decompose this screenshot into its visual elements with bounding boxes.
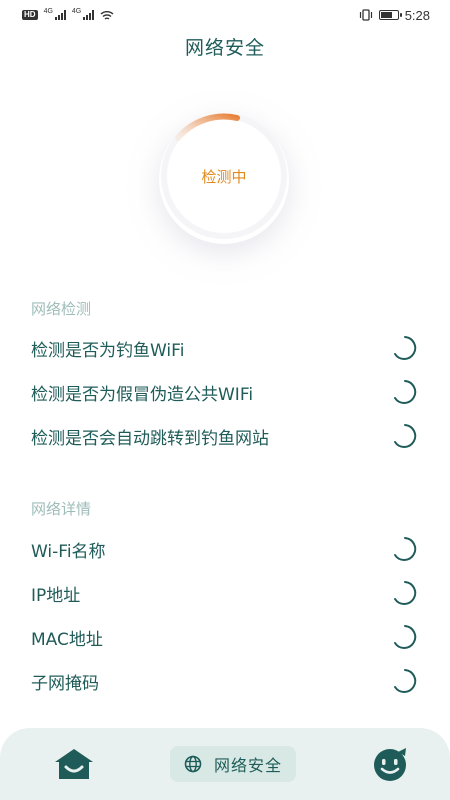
page-title: 网络安全	[184, 37, 265, 59]
battery-icon	[378, 10, 402, 20]
section-title-network-details: 网络详情	[31, 500, 92, 518]
home-icon	[55, 749, 93, 779]
check-label: 检测是否为钓鱼WiFi	[31, 340, 185, 361]
scan-progress-ring: 检测中	[144, 108, 304, 248]
status-bar-right: 5:28	[359, 8, 430, 23]
detail-label: MAC地址	[31, 629, 103, 650]
smiley-face-icon	[373, 748, 406, 781]
check-label: 检测是否会自动跳转到钓鱼网站	[31, 428, 269, 449]
scan-status-label: 检测中	[201, 168, 247, 186]
network-gen-1: 4G	[43, 7, 53, 15]
loading-spinner-icon	[394, 537, 417, 561]
loading-spinner-icon	[394, 581, 417, 605]
loading-spinner-icon	[394, 625, 417, 649]
vibrate-icon	[359, 9, 372, 21]
nav-network-security-label: 网络安全	[213, 756, 282, 775]
wifi-icon	[100, 10, 114, 20]
nav-network-security[interactable]: 网络安全	[169, 746, 296, 782]
detail-row-mac-address[interactable]: MAC地址	[31, 622, 421, 652]
detail-label: Wi-Fi名称	[31, 541, 106, 562]
signal-icon	[54, 10, 66, 20]
status-bar-left: HD 4G 4G	[22, 7, 114, 21]
loading-spinner-icon	[394, 336, 417, 360]
status-bar: HD 4G 4G 5:28	[0, 0, 450, 30]
nav-profile[interactable]	[370, 746, 412, 782]
check-row-phishing-redirect[interactable]: 检测是否会自动跳转到钓鱼网站	[31, 421, 421, 451]
clock: 5:28	[404, 7, 430, 23]
check-label: 检测是否为假冒伪造公共WIFi	[31, 384, 254, 405]
section-title-network-check: 网络检测	[31, 300, 92, 318]
loading-spinner-icon	[394, 424, 417, 448]
detail-row-wifi-name[interactable]: Wi-Fi名称	[31, 534, 421, 564]
loading-spinner-icon	[394, 669, 417, 693]
nav-home[interactable]	[52, 747, 96, 781]
globe-icon	[184, 755, 202, 773]
network-gen-2: 4G	[71, 7, 82, 15]
check-row-fake-public-wifi[interactable]: 检测是否为假冒伪造公共WIFi	[31, 377, 421, 407]
bottom-nav: 网络安全	[0, 728, 450, 800]
detail-label: 子网掩码	[31, 673, 99, 694]
detail-row-subnet-mask[interactable]: 子网掩码	[31, 666, 421, 696]
hd-icon: HD	[22, 10, 38, 20]
check-row-phishing-wifi[interactable]: 检测是否为钓鱼WiFi	[31, 333, 421, 363]
detail-label: IP地址	[31, 585, 81, 606]
detail-row-ip-address[interactable]: IP地址	[31, 578, 421, 608]
loading-spinner-icon	[394, 380, 417, 404]
signal-icon-2	[83, 10, 95, 20]
